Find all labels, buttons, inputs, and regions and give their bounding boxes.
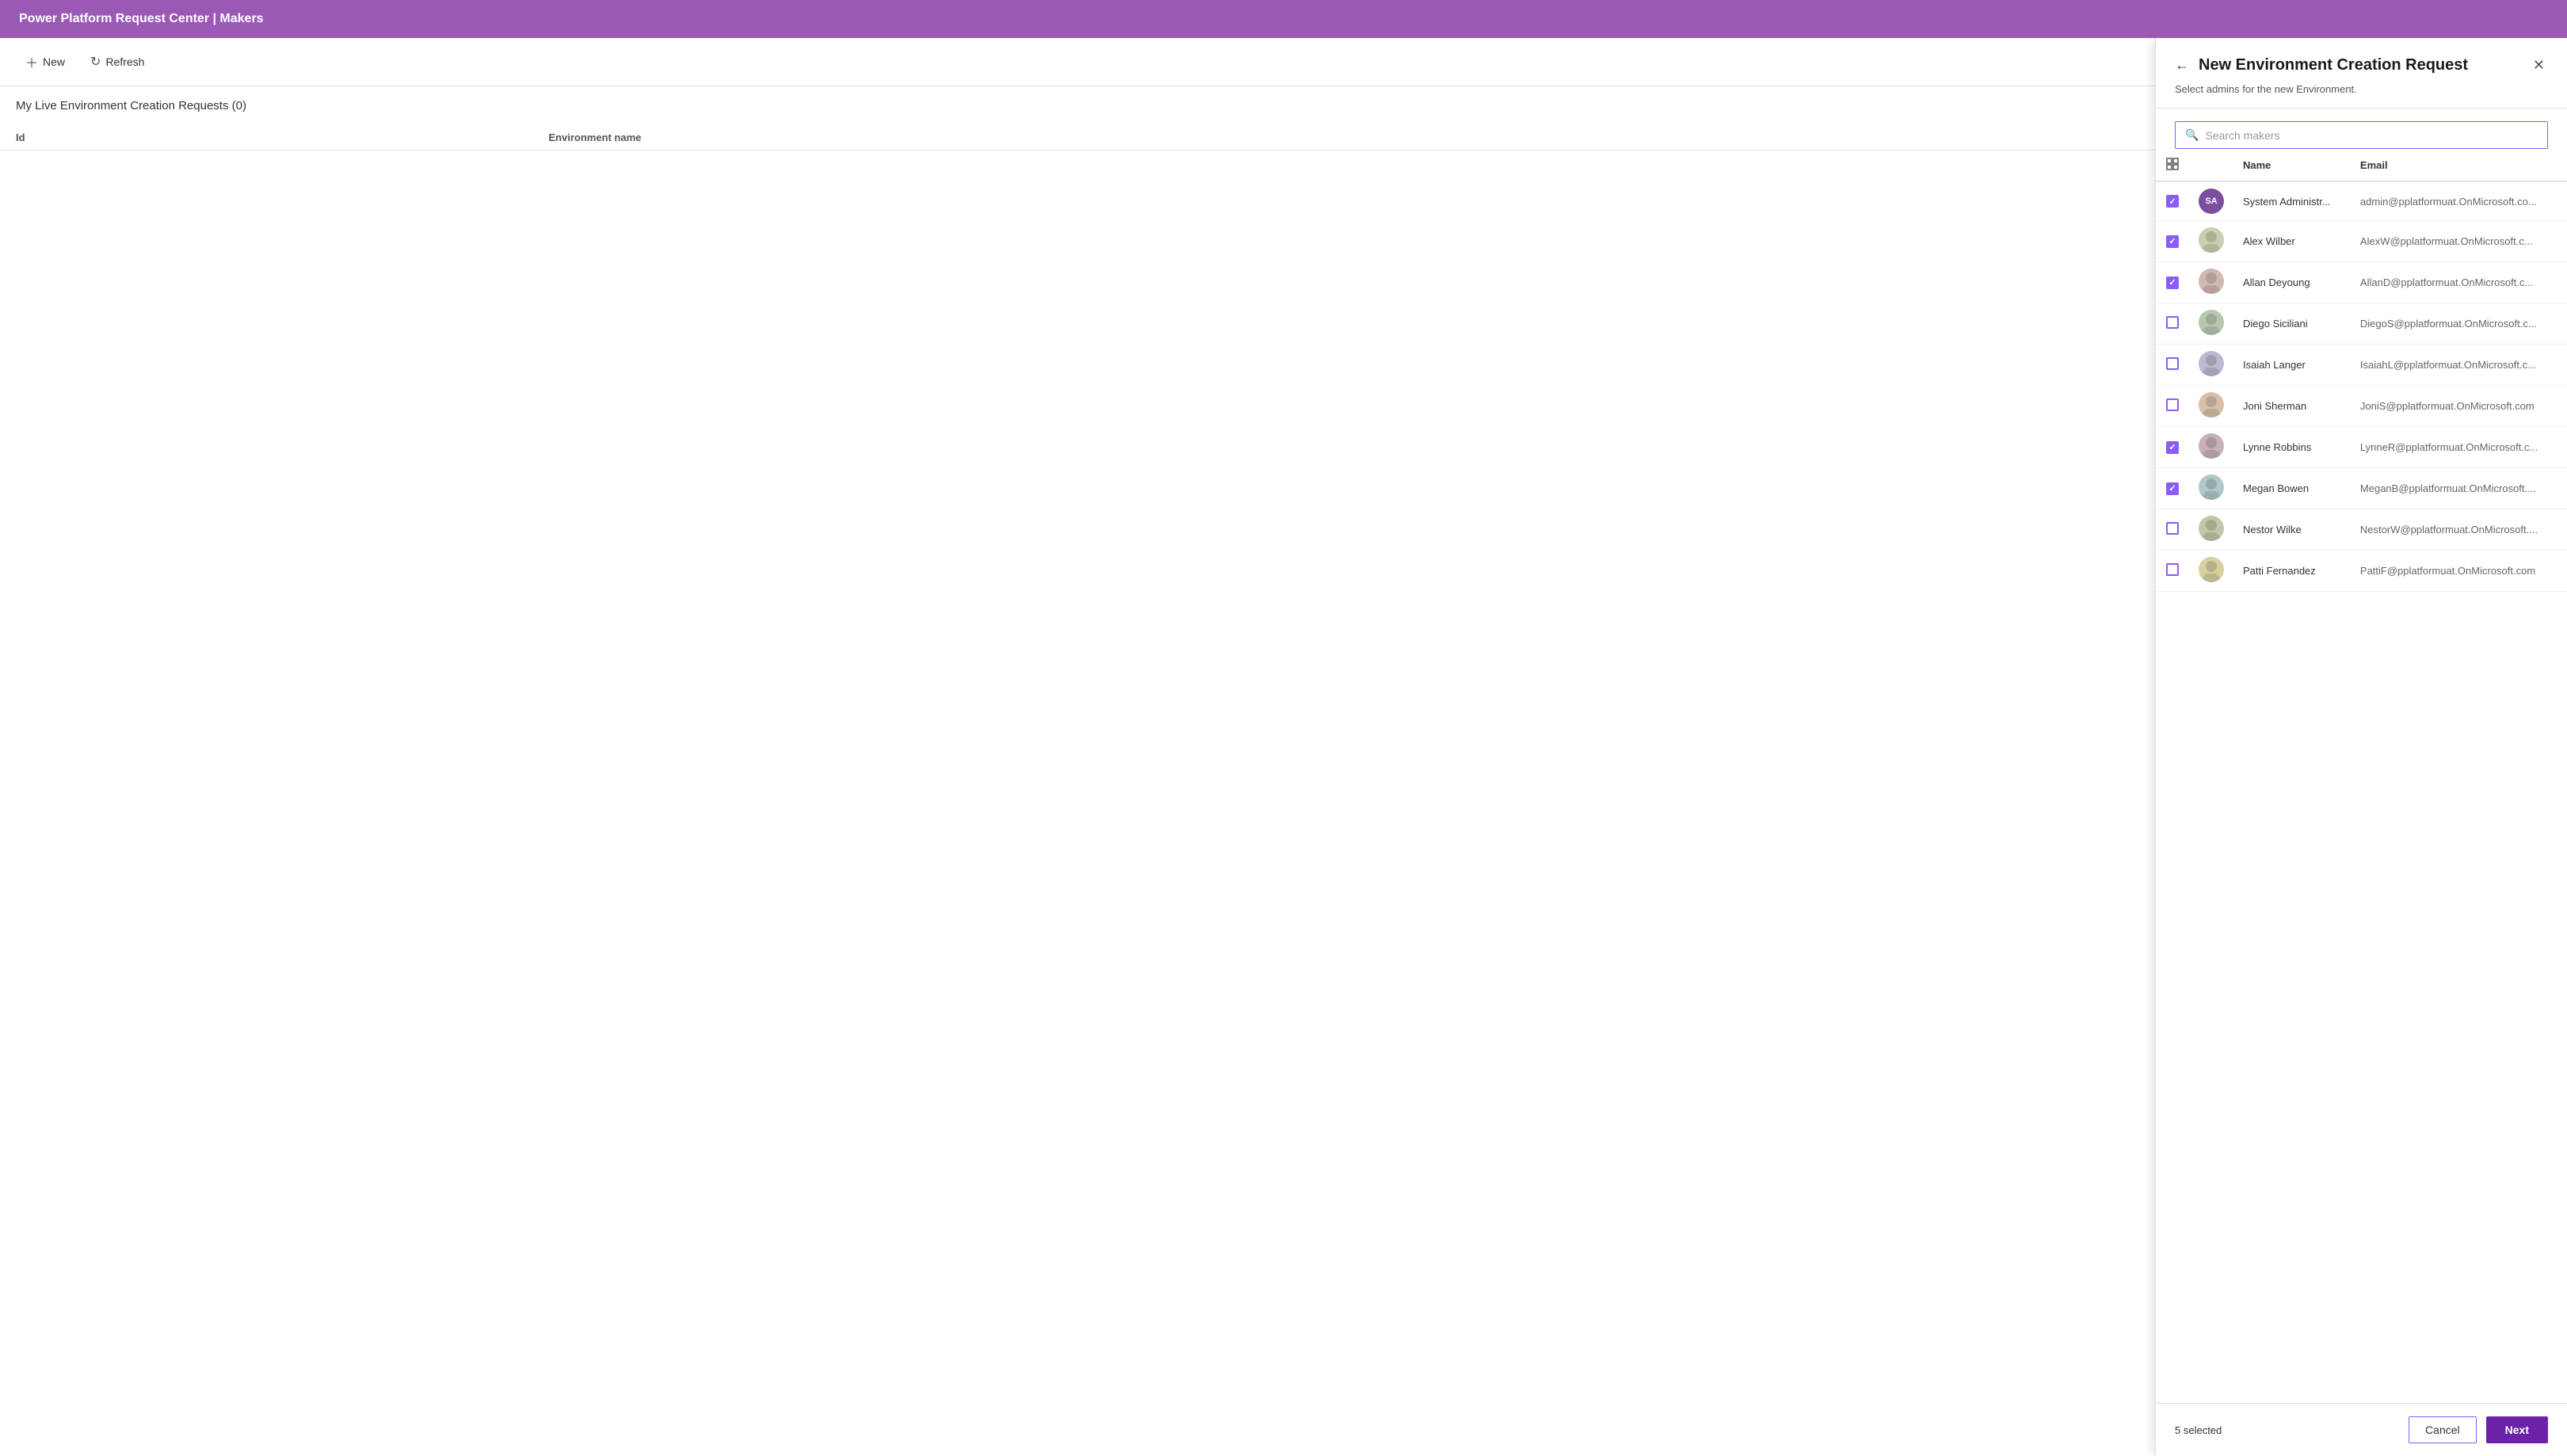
maker-checkbox[interactable] [2166, 357, 2179, 370]
list-item[interactable]: Megan BowenMeganB@pplatformuat.OnMicroso… [2156, 468, 2567, 509]
main-table: Id Environment name [0, 125, 2155, 151]
list-item[interactable]: Alex WilberAlexW@pplatformuat.OnMicrosof… [2156, 221, 2567, 262]
selected-count: 5 selected [2175, 1424, 2222, 1436]
list-item[interactable]: SA System Administr...admin@pplatformuat.… [2156, 181, 2567, 221]
list-item[interactable]: Lynne RobbinsLynneR@pplatformuat.OnMicro… [2156, 427, 2567, 468]
panel-footer: 5 selected Cancel Next [2156, 1403, 2567, 1456]
app-header: Power Platform Request Center | Makers [0, 0, 2567, 38]
search-icon: 🔍 [2185, 128, 2199, 142]
panel-subtitle: Select admins for the new Environment. [2175, 83, 2548, 95]
toolbar: ＋ New ↻ Refresh [0, 38, 2155, 86]
panel-title-row: ← New Environment Creation Request ✕ [2175, 54, 2548, 77]
col-environment-name: Environment name [532, 125, 2155, 151]
refresh-label: Refresh [105, 55, 144, 68]
next-button[interactable]: Next [2486, 1416, 2548, 1443]
maker-email: AlexW@pplatformuat.OnMicrosoft.c... [2351, 221, 2567, 262]
search-input[interactable] [2205, 129, 2538, 142]
maker-name: Lynne Robbins [2233, 427, 2351, 468]
avatar [2199, 269, 2224, 294]
col-name-header: Name [2233, 149, 2351, 181]
panel-title-inner: ← New Environment Creation Request [2175, 56, 2468, 74]
avatar [2199, 433, 2224, 459]
maker-checkbox[interactable] [2166, 235, 2179, 248]
col-id: Id [0, 125, 532, 151]
maker-name: System Administr... [2233, 181, 2351, 221]
close-button[interactable]: ✕ [2530, 54, 2548, 77]
search-bar: 🔍 [2175, 121, 2548, 149]
list-item[interactable]: Joni ShermanJoniS@pplatformuat.OnMicroso… [2156, 386, 2567, 427]
right-panel: ← New Environment Creation Request ✕ Sel… [2155, 38, 2567, 1456]
maker-email: PattiF@pplatformuat.OnMicrosoft.com [2351, 551, 2567, 592]
avatar [2199, 516, 2224, 541]
col-avatar-header [2189, 149, 2233, 181]
refresh-icon: ↻ [90, 54, 101, 70]
maker-email: DiegoS@pplatformuat.OnMicrosoft.c... [2351, 303, 2567, 345]
grid-icon [2165, 157, 2180, 171]
maker-name: Joni Sherman [2233, 386, 2351, 427]
avatar [2199, 351, 2224, 376]
table-header-row: Name Email [2156, 149, 2567, 181]
list-item[interactable]: Diego SicilianiDiegoS@pplatformuat.OnMic… [2156, 303, 2567, 345]
list-item[interactable]: Allan DeyoungAllanD@pplatformuat.OnMicro… [2156, 262, 2567, 303]
maker-email: MeganB@pplatformuat.OnMicrosoft.... [2351, 468, 2567, 509]
maker-email: admin@pplatformuat.OnMicrosoft.co... [2351, 181, 2567, 221]
maker-checkbox[interactable] [2166, 563, 2179, 576]
maker-checkbox[interactable] [2166, 522, 2179, 535]
footer-buttons: Cancel Next [2409, 1416, 2548, 1443]
list-item[interactable]: Nestor WilkeNestorW@pplatformuat.OnMicro… [2156, 509, 2567, 551]
maker-email: JoniS@pplatformuat.OnMicrosoft.com [2351, 386, 2567, 427]
maker-email: IsaiahL@pplatformuat.OnMicrosoft.c... [2351, 345, 2567, 386]
cancel-button[interactable]: Cancel [2409, 1416, 2477, 1443]
avatar [2199, 557, 2224, 582]
left-panel: ＋ New ↻ Refresh My Live Environment Crea… [0, 38, 2155, 1456]
avatar [2199, 227, 2224, 253]
maker-name: Nestor Wilke [2233, 509, 2351, 551]
panel-header: ← New Environment Creation Request ✕ Sel… [2156, 38, 2567, 109]
maker-email: LynneR@pplatformuat.OnMicrosoft.c... [2351, 427, 2567, 468]
maker-checkbox[interactable] [2166, 195, 2179, 208]
maker-name: Isaiah Langer [2233, 345, 2351, 386]
avatar [2199, 310, 2224, 335]
app-title: Power Platform Request Center | Makers [19, 12, 264, 26]
makers-list: Name Email SA System Administr...admin@pp… [2156, 149, 2567, 1403]
maker-checkbox[interactable] [2166, 482, 2179, 495]
maker-name: Allan Deyoung [2233, 262, 2351, 303]
maker-name: Megan Bowen [2233, 468, 2351, 509]
maker-checkbox[interactable] [2166, 316, 2179, 329]
maker-checkbox[interactable] [2166, 398, 2179, 411]
col-select-all [2156, 149, 2189, 181]
refresh-button[interactable]: ↻ Refresh [81, 49, 154, 74]
panel-title: New Environment Creation Request [2199, 56, 2468, 74]
maker-checkbox[interactable] [2166, 276, 2179, 289]
maker-name: Alex Wilber [2233, 221, 2351, 262]
new-button[interactable]: ＋ New [16, 48, 74, 76]
avatar [2199, 392, 2224, 417]
avatar: SA [2199, 189, 2224, 214]
col-email-header: Email [2351, 149, 2567, 181]
avatar [2199, 475, 2224, 500]
maker-name: Diego Siciliani [2233, 303, 2351, 345]
maker-name: Patti Fernandez [2233, 551, 2351, 592]
list-item[interactable]: Patti FernandezPattiF@pplatformuat.OnMic… [2156, 551, 2567, 592]
list-item[interactable]: Isaiah LangerIsaiahL@pplatformuat.OnMicr… [2156, 345, 2567, 386]
maker-email: NestorW@pplatformuat.OnMicrosoft.... [2351, 509, 2567, 551]
maker-email: AllanD@pplatformuat.OnMicrosoft.c... [2351, 262, 2567, 303]
page-title: My Live Environment Creation Requests (0… [0, 86, 2155, 125]
main-layout: ＋ New ↻ Refresh My Live Environment Crea… [0, 38, 2567, 1456]
maker-checkbox[interactable] [2166, 441, 2179, 454]
plus-icon: ＋ [25, 52, 38, 71]
new-label: New [43, 55, 65, 68]
makers-table: Name Email SA System Administr...admin@pp… [2156, 149, 2567, 592]
back-button[interactable]: ← [2175, 57, 2189, 74]
